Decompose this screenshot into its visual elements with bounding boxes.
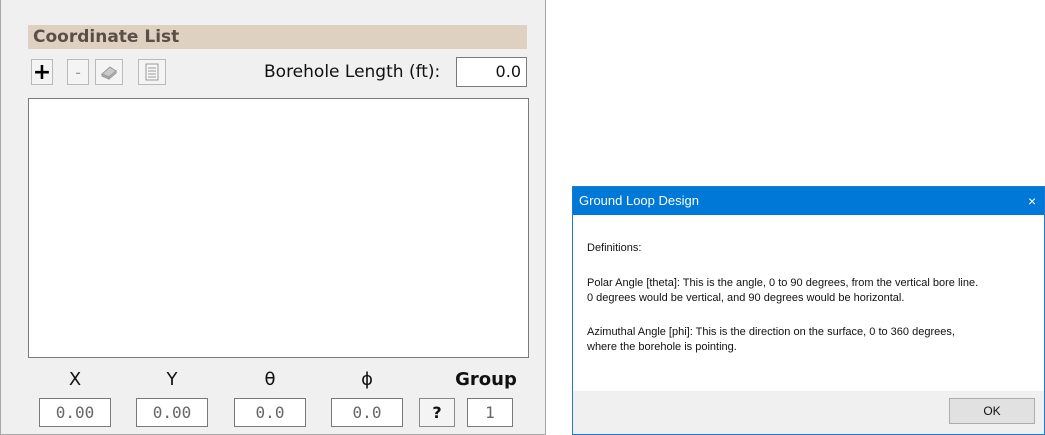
polar-line-2: 0 degrees would be vertical, and 90 degr…: [587, 292, 905, 304]
add-coordinate-button[interactable]: +: [31, 59, 53, 85]
coordinate-list[interactable]: [28, 98, 529, 358]
borehole-length-input[interactable]: 0.0: [456, 57, 527, 87]
document-icon: [145, 63, 159, 81]
x-input[interactable]: 0.00: [39, 398, 111, 427]
column-header-group: Group: [455, 369, 517, 390]
help-button[interactable]: ?: [419, 398, 455, 427]
remove-coordinate-button[interactable]: -: [67, 59, 89, 85]
panel-header: Coordinate List: [28, 25, 527, 49]
azimuthal-line-2: where the borehole is pointing.: [587, 341, 737, 353]
phi-input[interactable]: 0.0: [331, 398, 403, 427]
dialog-title: Ground Loop Design: [573, 187, 1044, 215]
azimuthal-line-1: Azimuthal Angle [phi]: This is the direc…: [587, 326, 955, 338]
ok-button[interactable]: OK: [949, 398, 1035, 424]
borehole-length-label: Borehole Length (ft):: [264, 62, 441, 82]
dialog-message: Definitions: Polar Angle [theta]: This i…: [573, 215, 1044, 391]
column-header-phi: ϕ: [361, 369, 373, 390]
column-header-theta: θ: [264, 369, 276, 390]
edit-coordinate-button[interactable]: [95, 59, 123, 85]
column-header-y: Y: [166, 369, 178, 390]
notes-button[interactable]: [138, 59, 166, 85]
definitions-heading: Definitions:: [587, 242, 642, 254]
eraser-icon: [101, 66, 117, 80]
coordinate-panel: Coordinate List + - Borehole Length (ft)…: [0, 0, 546, 435]
definitions-dialog: Ground Loop Design × Definitions: Polar …: [572, 186, 1045, 435]
group-input[interactable]: 1: [467, 398, 513, 427]
polar-line-1: Polar Angle [theta]: This is the angle, …: [587, 277, 979, 289]
theta-input[interactable]: 0.0: [234, 398, 306, 427]
close-icon[interactable]: ×: [1028, 187, 1044, 215]
column-header-x: X: [68, 369, 82, 390]
y-input[interactable]: 0.00: [136, 398, 208, 427]
